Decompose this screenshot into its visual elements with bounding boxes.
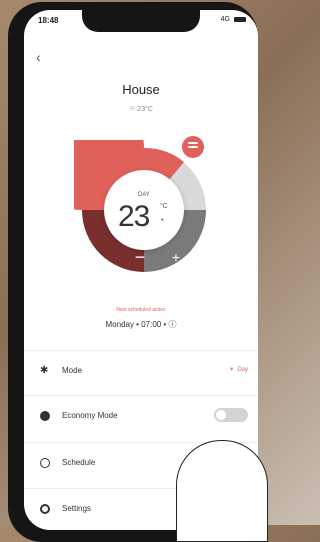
setpoint-temperature: 23	[118, 200, 150, 233]
humidity-icon: •	[161, 217, 164, 224]
status-indicators: 4G	[221, 16, 246, 23]
settings-label: Settings	[62, 504, 91, 513]
mode-value: ☀ Day	[228, 366, 248, 374]
current-temperature: ☉ 23°C	[24, 105, 258, 113]
signal-label: 4G	[220, 16, 230, 23]
toggle-knob	[216, 410, 226, 420]
chevron-left-icon: ‹	[36, 49, 41, 65]
thermostat-dial[interactable]: DAY 23 °C • − +	[74, 134, 214, 280]
decrease-temperature-button[interactable]: −	[128, 248, 152, 266]
mode-value-text: Day	[237, 366, 248, 373]
economy-mode-row: Economy Mode	[24, 395, 258, 436]
mode-row[interactable]: ✱ Mode ☀ Day	[24, 350, 258, 391]
hand-illustration	[176, 440, 268, 542]
current-temperature-value: 23°C	[137, 106, 153, 113]
sun-icon: ☀	[228, 367, 235, 373]
heating-menu-icon[interactable]	[180, 134, 206, 160]
back-button[interactable]: ‹	[36, 50, 50, 64]
economy-mode-label: Economy Mode	[62, 411, 118, 420]
status-time: 18:48	[38, 16, 59, 25]
snowflake-icon: ✱	[40, 365, 49, 376]
temperature-unit: °C	[160, 203, 168, 210]
notch	[82, 10, 200, 32]
gear-icon	[40, 504, 50, 514]
next-action-time-text: Monday • 07:00 •	[105, 320, 167, 329]
next-action-time: Monday • 07:00 • ⓘ	[24, 319, 258, 330]
schedule-label: Schedule	[62, 458, 96, 467]
increase-temperature-button[interactable]: +	[164, 248, 188, 266]
economy-icon	[40, 411, 50, 421]
dial-center: DAY 23 °C •	[104, 170, 184, 250]
economy-mode-toggle[interactable]	[214, 408, 248, 422]
battery-icon	[234, 17, 246, 22]
next-action-label: Next scheduled action	[116, 307, 166, 313]
clock-icon	[40, 458, 50, 468]
thermometer-icon: ☉	[129, 106, 136, 113]
info-icon[interactable]: ⓘ	[168, 320, 176, 329]
mode-label: Mode	[62, 366, 83, 375]
page-title: House	[122, 82, 160, 97]
mode-day-label: DAY	[138, 192, 150, 198]
